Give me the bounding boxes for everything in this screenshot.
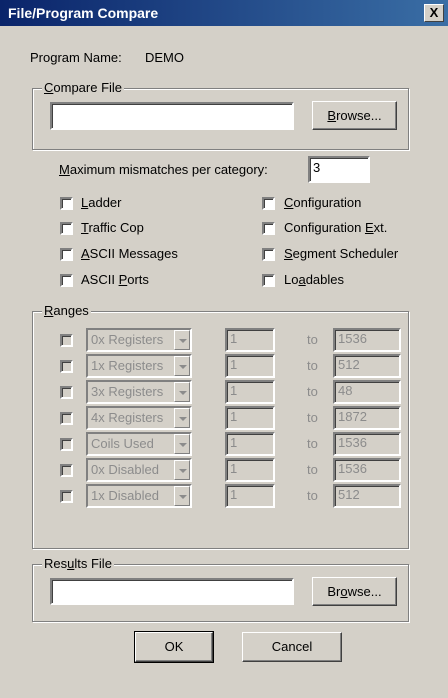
range-from-input[interactable]: 1 xyxy=(225,354,275,378)
range-to-label: to xyxy=(307,332,318,347)
chevron-down-icon[interactable] xyxy=(174,356,190,376)
range-to-input[interactable]: 1536 xyxy=(333,432,401,456)
traffic-cop-label: Traffic Cop xyxy=(81,220,144,235)
file-program-compare-dialog: File/Program Compare X Program Name: DEM… xyxy=(0,0,448,698)
range-to-label: to xyxy=(307,410,318,425)
title-bar: File/Program Compare X xyxy=(0,0,448,26)
range-type-select[interactable]: 0x Registers xyxy=(86,328,192,352)
program-name-label: Program Name: xyxy=(30,50,122,65)
range-from-input[interactable]: 1 xyxy=(225,380,275,404)
range-type-value: 1x Disabled xyxy=(91,488,159,503)
loadables-checkbox[interactable] xyxy=(262,274,275,287)
range-enable-checkbox[interactable] xyxy=(60,490,73,503)
segment-scheduler-label: Segment Scheduler xyxy=(284,246,399,261)
range-type-select[interactable]: 0x Disabled xyxy=(86,458,192,482)
close-icon[interactable]: X xyxy=(424,4,444,22)
ladder-label: Ladder xyxy=(81,195,122,210)
loadables-label: Loadables xyxy=(284,272,345,287)
range-to-input[interactable]: 1872 xyxy=(333,406,401,430)
ascii-messages-label: ASCII Messages xyxy=(81,246,178,261)
range-type-select[interactable]: 1x Registers xyxy=(86,354,192,378)
chevron-down-icon[interactable] xyxy=(174,460,190,480)
range-type-select[interactable]: Coils Used xyxy=(86,432,192,456)
range-enable-checkbox[interactable] xyxy=(60,438,73,451)
range-from-input[interactable]: 1 xyxy=(225,458,275,482)
ascii-ports-label: ASCII Ports xyxy=(81,272,149,287)
range-to-label: to xyxy=(307,384,318,399)
range-type-value: 0x Registers xyxy=(91,332,164,347)
range-type-select[interactable]: 4x Registers xyxy=(86,406,192,430)
range-type-value: 0x Disabled xyxy=(91,462,159,477)
configuration-checkbox[interactable] xyxy=(262,197,275,210)
window-title: File/Program Compare xyxy=(8,5,159,21)
chevron-down-icon[interactable] xyxy=(174,434,190,454)
configuration-ext-checkbox[interactable] xyxy=(262,222,275,235)
results-file-legend: Results File xyxy=(42,556,114,571)
chevron-down-icon[interactable] xyxy=(174,408,190,428)
range-from-input[interactable]: 1 xyxy=(225,406,275,430)
range-enable-checkbox[interactable] xyxy=(60,464,73,477)
range-to-label: to xyxy=(307,462,318,477)
range-from-input[interactable]: 1 xyxy=(225,432,275,456)
range-enable-checkbox[interactable] xyxy=(60,386,73,399)
chevron-down-icon[interactable] xyxy=(174,486,190,506)
range-type-value: 4x Registers xyxy=(91,410,164,425)
cancel-button[interactable]: Cancel xyxy=(242,632,342,662)
range-enable-checkbox[interactable] xyxy=(60,412,73,425)
results-browse-button[interactable]: Browse... xyxy=(312,577,397,606)
segment-scheduler-checkbox[interactable] xyxy=(262,248,275,261)
max-mismatch-label: Maximum mismatches per category: xyxy=(59,162,268,177)
range-to-label: to xyxy=(307,488,318,503)
compare-file-input[interactable] xyxy=(50,102,294,130)
range-to-input[interactable]: 1536 xyxy=(333,458,401,482)
program-name-value: DEMO xyxy=(145,50,184,65)
configuration-ext-label: Configuration Ext. xyxy=(284,220,388,235)
range-enable-checkbox[interactable] xyxy=(60,360,73,373)
max-mismatch-input[interactable]: 3 xyxy=(308,156,370,183)
range-to-input[interactable]: 48 xyxy=(333,380,401,404)
configuration-label: Configuration xyxy=(284,195,362,210)
ladder-checkbox[interactable] xyxy=(60,197,73,210)
range-type-select[interactable]: 1x Disabled xyxy=(86,484,192,508)
ok-button[interactable]: OK xyxy=(134,631,214,663)
range-to-input[interactable]: 512 xyxy=(333,484,401,508)
traffic-cop-checkbox[interactable] xyxy=(60,222,73,235)
range-to-input[interactable]: 512 xyxy=(333,354,401,378)
compare-file-legend: Compare File xyxy=(42,80,125,95)
range-to-input[interactable]: 1536 xyxy=(333,328,401,352)
range-type-value: 3x Registers xyxy=(91,384,164,399)
range-enable-checkbox[interactable] xyxy=(60,334,73,347)
range-to-label: to xyxy=(307,436,318,451)
range-from-input[interactable]: 1 xyxy=(225,484,275,508)
chevron-down-icon[interactable] xyxy=(174,330,190,350)
range-from-input[interactable]: 1 xyxy=(225,328,275,352)
chevron-down-icon[interactable] xyxy=(174,382,190,402)
compare-browse-button[interactable]: Browse... xyxy=(312,101,397,130)
range-type-value: 1x Registers xyxy=(91,358,164,373)
ranges-legend: Ranges xyxy=(42,303,91,318)
ascii-messages-checkbox[interactable] xyxy=(60,248,73,261)
ascii-ports-checkbox[interactable] xyxy=(60,274,73,287)
range-to-label: to xyxy=(307,358,318,373)
range-type-value: Coils Used xyxy=(91,436,154,451)
range-type-select[interactable]: 3x Registers xyxy=(86,380,192,404)
results-file-input[interactable] xyxy=(50,578,294,605)
